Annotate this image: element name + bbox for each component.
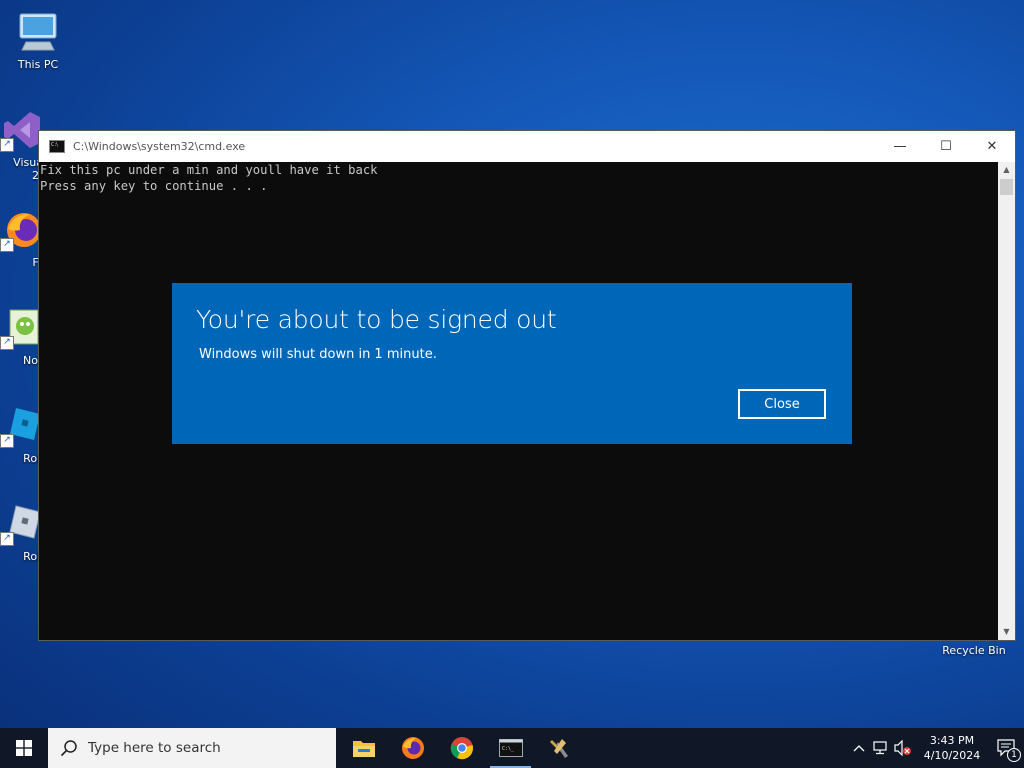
shortcut-arrow-icon: ↗ <box>0 532 14 546</box>
notification-count-badge: 1 <box>1007 748 1021 762</box>
scroll-down-arrow-icon[interactable]: ▼ <box>998 624 1015 640</box>
shortcut-arrow-icon: ↗ <box>0 238 14 252</box>
svg-text:C:\_: C:\_ <box>502 746 515 752</box>
chrome-icon <box>450 737 473 760</box>
dialog-title: You're about to be signed out <box>196 305 557 334</box>
search-box[interactable]: Type here to search <box>48 728 336 768</box>
taskbar-file-explorer[interactable] <box>339 728 388 768</box>
console-line: Press any key to continue . . . <box>40 179 268 193</box>
volume-muted-icon[interactable] <box>892 728 914 768</box>
console-scrollbar[interactable]: ▲ ▼ <box>998 162 1015 640</box>
computer-icon <box>16 10 60 54</box>
scrollbar-thumb[interactable] <box>1000 179 1013 195</box>
desktop-icon-this-pc[interactable]: This PC <box>0 10 76 71</box>
taskbar-clock[interactable]: 3:43 PM 4/10/2024 <box>920 733 984 763</box>
scroll-up-arrow-icon[interactable]: ▲ <box>998 162 1015 178</box>
system-tray: 3:43 PM 4/10/2024 1 <box>848 728 1024 768</box>
action-center-button[interactable]: 1 <box>990 728 1024 768</box>
taskbar-tools[interactable] <box>535 728 584 768</box>
start-button[interactable] <box>0 728 48 768</box>
cmd-titlebar[interactable]: C:\Windows\system32\cmd.exe — ☐ ✕ <box>39 131 1015 162</box>
maximize-button[interactable]: ☐ <box>923 131 969 162</box>
network-icon[interactable] <box>870 728 892 768</box>
shortcut-arrow-icon: ↗ <box>0 434 14 448</box>
firefox-icon <box>401 737 424 759</box>
search-placeholder: Type here to search <box>88 740 221 756</box>
close-button[interactable]: Close <box>738 389 826 419</box>
shortcut-arrow-icon: ↗ <box>0 336 14 350</box>
taskbar-firefox[interactable] <box>388 728 437 768</box>
clock-time: 3:43 PM <box>929 734 975 747</box>
cmd-icon <box>49 140 65 153</box>
windows-logo-icon <box>16 740 32 756</box>
taskbar: Type here to search C:\_ 3:43 PM 4/10/20… <box>0 728 1024 768</box>
show-hidden-icons-chevron-icon[interactable] <box>848 728 870 768</box>
shortcut-arrow-icon: ↗ <box>0 138 14 152</box>
cmd-icon: C:\_ <box>498 739 523 757</box>
desktop-icon-label: This PC <box>17 58 59 71</box>
file-explorer-icon <box>352 741 375 757</box>
minimize-button[interactable]: — <box>877 131 923 162</box>
console-line: Fix this pc under a min and youll have i… <box>40 163 378 177</box>
search-icon <box>60 740 77 757</box>
cmd-window-title: C:\Windows\system32\cmd.exe <box>73 140 246 153</box>
signout-dialog: You're about to be signed out Windows wi… <box>172 283 852 444</box>
taskbar-cmd[interactable]: C:\_ <box>486 728 535 768</box>
taskbar-chrome[interactable] <box>437 728 486 768</box>
close-window-button[interactable]: ✕ <box>969 131 1015 162</box>
tools-icon <box>549 739 568 758</box>
dialog-message: Windows will shut down in 1 minute. <box>199 347 437 362</box>
desktop-icon-label: Recycle Bin <box>942 644 1006 657</box>
clock-date: 4/10/2024 <box>923 749 981 762</box>
